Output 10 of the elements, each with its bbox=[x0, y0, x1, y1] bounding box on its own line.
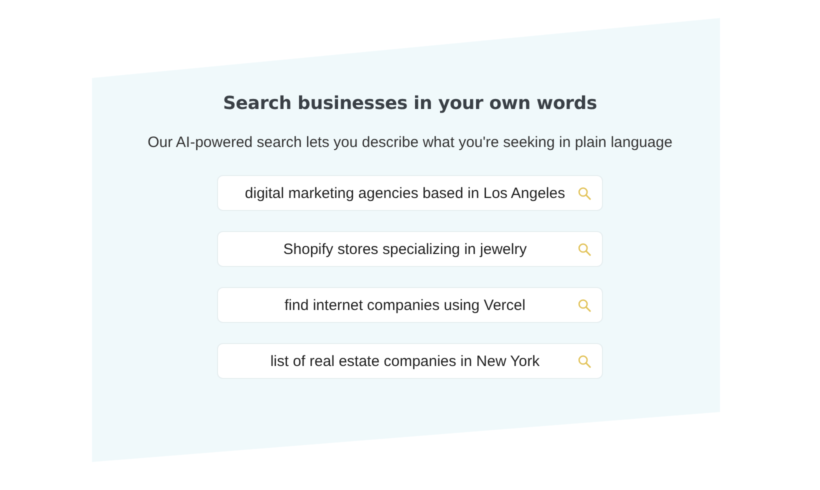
search-icon bbox=[578, 299, 591, 312]
section-subtitle: Our AI-powered search lets you describe what you're seeking in plain language bbox=[148, 134, 672, 151]
example-query-button[interactable]: digital marketing agencies based in Los Angeles bbox=[217, 175, 603, 211]
search-icon bbox=[578, 243, 591, 256]
section-title: Search businesses in your own words bbox=[222, 93, 598, 114]
search-icon bbox=[578, 355, 591, 368]
example-query-button[interactable]: find internet companies using Vercel bbox=[217, 287, 603, 323]
example-query-button[interactable]: Shopify stores specializing in jewelry bbox=[217, 231, 603, 267]
example-query-button[interactable]: list of real estate companies in New York bbox=[217, 343, 603, 379]
search-icon bbox=[578, 187, 591, 200]
